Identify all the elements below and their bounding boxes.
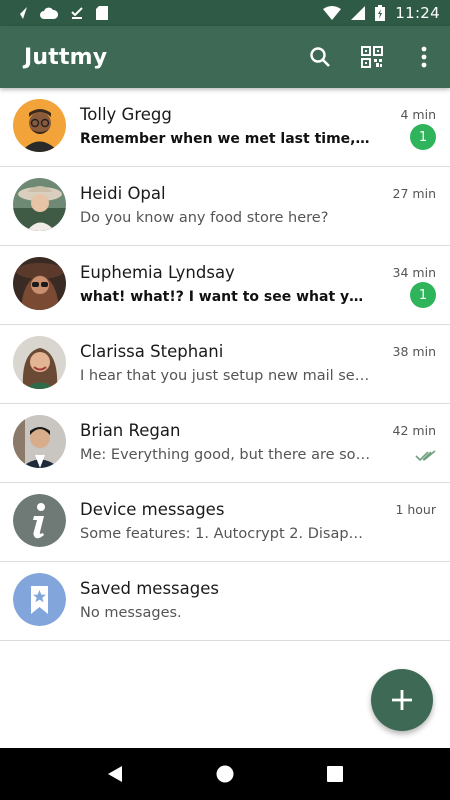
delivered-ticks-icon — [415, 450, 436, 462]
avatar — [13, 573, 66, 626]
add-icon — [392, 690, 412, 710]
chat-name: Heidi Opal — [80, 184, 166, 203]
chat-preview: I hear that you just setup new mail serv… — [80, 368, 372, 384]
new-chat-button[interactable] — [371, 669, 433, 731]
status-bar: 11:24 — [0, 0, 450, 26]
battery-charging-icon — [375, 5, 386, 21]
avatar — [13, 415, 66, 468]
chat-time: 27 min — [392, 186, 436, 201]
wifi-icon — [323, 6, 342, 20]
search-icon — [310, 47, 330, 67]
chat-preview: Me: Everything good, but there are some … — [80, 447, 372, 463]
back-button[interactable] — [90, 752, 140, 796]
chat-time: 4 min — [400, 107, 437, 122]
app-title: Juttmy — [24, 44, 108, 70]
bookmark-star-icon — [13, 573, 66, 626]
sd-card-icon — [96, 6, 108, 20]
chat-preview: Do you know any food store here? — [80, 210, 329, 226]
home-icon — [216, 765, 234, 783]
search-button[interactable] — [294, 31, 346, 83]
avatar — [13, 494, 66, 547]
avatar — [13, 178, 66, 231]
app-bar: Juttmy — [0, 26, 450, 88]
chat-row-heidi-opal[interactable]: Heidi Opal Do you know any food store he… — [0, 167, 450, 246]
chat-preview: Remember when we met last time, I got s… — [80, 131, 372, 147]
chat-row-tolly-gregg[interactable]: Tolly Gregg Remember when we met last ti… — [0, 88, 450, 167]
system-nav-bar — [0, 748, 450, 800]
chat-name: Device messages — [80, 500, 225, 519]
more-options-button[interactable] — [398, 31, 450, 83]
chat-row-clarissa-stephani[interactable]: Clarissa Stephani I hear that you just s… — [0, 325, 450, 404]
chat-time: 42 min — [392, 423, 436, 438]
chat-time: 38 min — [392, 344, 436, 359]
chat-list: Tolly Gregg Remember when we met last ti… — [0, 88, 450, 641]
chat-time: 1 hour — [395, 502, 436, 517]
chat-name: Clarissa Stephani — [80, 342, 224, 361]
cloud-icon — [40, 7, 58, 19]
signal-icon — [351, 6, 366, 20]
chat-name: Euphemia Lyndsay — [80, 263, 235, 282]
avatar — [13, 257, 66, 310]
chat-row-brian-regan[interactable]: Brian Regan Me: Everything good, but the… — [0, 404, 450, 483]
chat-row-euphemia-lyndsay[interactable]: Euphemia Lyndsay what! what!? I want to … — [0, 246, 450, 325]
chat-preview: No messages. — [80, 605, 182, 621]
home-button[interactable] — [200, 752, 250, 796]
qr-code-button[interactable] — [346, 31, 398, 83]
chat-name: Brian Regan — [80, 421, 181, 440]
chat-name: Tolly Gregg — [80, 105, 172, 124]
chat-row-device-messages[interactable]: Device messages Some features: 1. Autocr… — [0, 483, 450, 562]
download-done-icon — [71, 7, 83, 19]
qr-code-icon — [361, 46, 383, 68]
avatar — [13, 336, 66, 389]
chat-preview: what! what!? I want to see what you brin… — [80, 289, 372, 305]
recents-button[interactable] — [310, 752, 360, 796]
info-icon — [13, 494, 66, 547]
back-icon — [108, 766, 122, 782]
status-time: 11:24 — [395, 4, 440, 22]
unread-badge: 1 — [410, 124, 436, 150]
unread-badge: 1 — [410, 282, 436, 308]
avatar — [13, 99, 66, 152]
chat-time: 34 min — [392, 265, 436, 280]
chat-preview: Some features: 1. Autocrypt 2. Disappear… — [80, 526, 372, 542]
chat-row-saved-messages[interactable]: Saved messages No messages. — [0, 562, 450, 641]
chat-name: Saved messages — [80, 579, 219, 598]
notification-send-icon — [15, 7, 27, 19]
recents-icon — [327, 766, 343, 782]
more-vert-icon — [421, 46, 427, 68]
